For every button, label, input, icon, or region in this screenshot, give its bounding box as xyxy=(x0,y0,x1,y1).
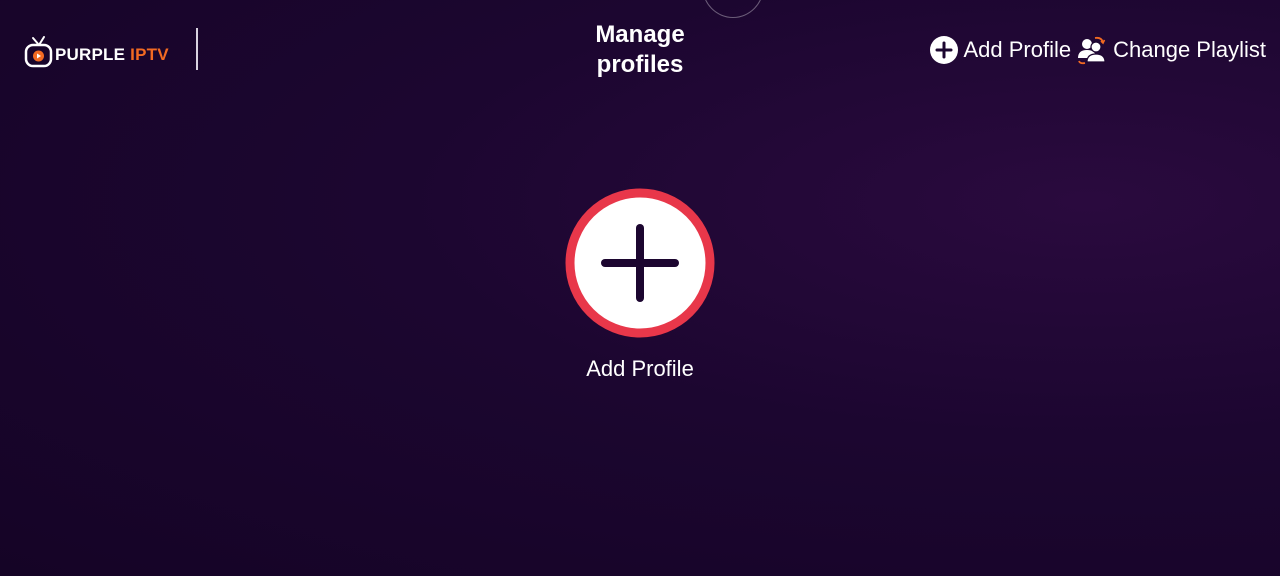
change-playlist-button[interactable]: Change Playlist xyxy=(1077,35,1266,65)
header-actions: Add Profile Change Playlist xyxy=(929,34,1266,66)
add-profile-tile-label: Add Profile xyxy=(586,356,694,381)
add-profile-label: Add Profile xyxy=(963,37,1072,62)
logo-text-iptv: IPTV xyxy=(130,45,169,64)
logo-text-purple: PURPLE xyxy=(55,45,126,64)
page-title: Manage profiles xyxy=(595,21,685,78)
app-logo: PURPLE IPTV xyxy=(24,32,169,72)
plus-icon[interactable] xyxy=(565,188,715,338)
add-profile-tile[interactable]: Add Profile xyxy=(560,188,720,382)
tv-logo-icon xyxy=(24,36,53,68)
add-profile-button[interactable]: Add Profile xyxy=(929,36,1072,64)
top-notch-indicator xyxy=(702,0,764,18)
change-playlist-label: Change Playlist xyxy=(1113,37,1266,62)
switch-users-icon xyxy=(1077,35,1107,65)
plus-circle-icon xyxy=(929,36,958,64)
header-divider xyxy=(196,28,198,70)
